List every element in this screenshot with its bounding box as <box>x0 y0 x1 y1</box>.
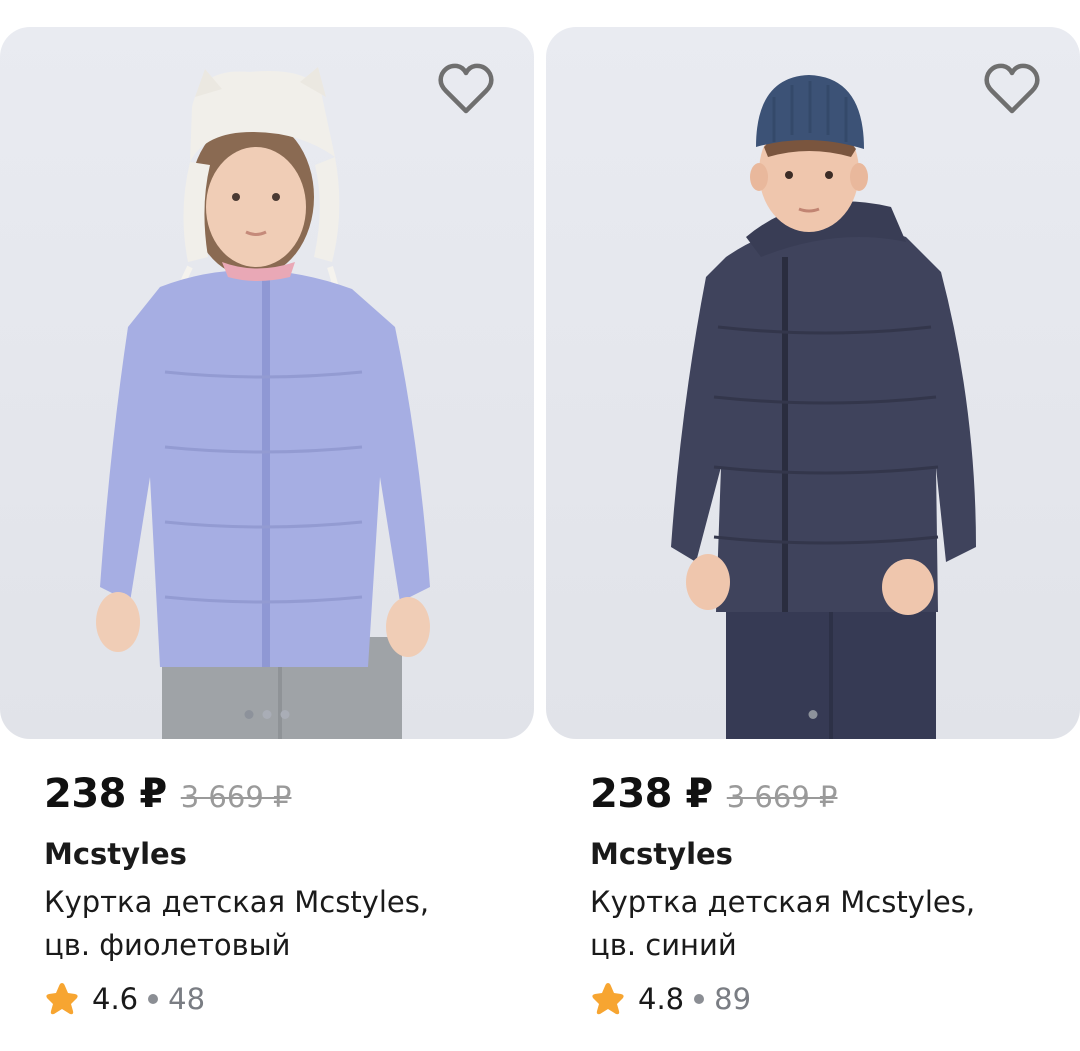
old-price: 3 669 ₽ <box>180 780 292 814</box>
current-price: 238 ₽ <box>44 771 167 817</box>
review-count[interactable]: 48 <box>168 982 205 1016</box>
pagination-dot[interactable] <box>808 710 818 719</box>
pagination-dot[interactable] <box>244 710 254 719</box>
star-icon <box>46 983 78 1015</box>
price-row: 238 ₽ 3 669 ₽ <box>44 771 534 819</box>
heart-outline-icon <box>438 63 494 114</box>
product-title[interactable]: Куртка детская Mcstyles, цв. фиолетовый <box>44 881 514 967</box>
image-pagination <box>244 710 290 719</box>
product-image[interactable] <box>0 27 534 739</box>
rating-value: 4.6 <box>92 982 139 1016</box>
rating-value: 4.8 <box>638 982 685 1016</box>
rating-row: 4.6 48 <box>44 977 534 1021</box>
product-title-line: цв. фиолетовый <box>44 928 291 962</box>
product-image[interactable] <box>546 27 1080 739</box>
product-card[interactable]: 238 ₽ 3 669 ₽ Mcstyles Куртка детская Mc… <box>546 27 1080 1021</box>
pagination-dot[interactable] <box>262 710 272 719</box>
image-pagination <box>808 710 818 719</box>
brand-name: Mcstyles <box>44 837 187 871</box>
star-icon <box>592 983 624 1015</box>
product-info: 238 ₽ 3 669 ₽ Mcstyles Куртка детская Mc… <box>546 771 1080 1021</box>
product-title[interactable]: Куртка детская Mcstyles, цв. синий <box>590 881 1060 967</box>
product-title-line: Куртка детская Mcstyles, <box>44 885 430 919</box>
child-in-lilac-jacket-image <box>96 67 430 739</box>
current-price: 238 ₽ <box>590 771 713 817</box>
product-card[interactable]: 238 ₽ 3 669 ₽ Mcstyles Куртка детская Mc… <box>0 27 534 1021</box>
child-in-navy-jacket-image <box>671 75 976 739</box>
product-grid: 238 ₽ 3 669 ₽ Mcstyles Куртка детская Mc… <box>0 0 1080 1051</box>
favorite-button[interactable] <box>436 61 496 117</box>
product-title-line: Куртка детская Mcstyles, <box>590 885 976 919</box>
product-info: 238 ₽ 3 669 ₽ Mcstyles Куртка детская Mc… <box>0 771 534 1021</box>
product-title-line: цв. синий <box>590 928 737 962</box>
favorite-button[interactable] <box>982 61 1042 117</box>
price-row: 238 ₽ 3 669 ₽ <box>590 771 1080 819</box>
separator-dot <box>694 994 705 1004</box>
rating-row: 4.8 89 <box>590 977 1080 1021</box>
separator-dot <box>148 994 159 1004</box>
pagination-dot[interactable] <box>280 710 290 719</box>
brand-name: Mcstyles <box>590 837 733 871</box>
heart-outline-icon <box>984 63 1040 114</box>
review-count[interactable]: 89 <box>714 982 751 1016</box>
old-price: 3 669 ₽ <box>726 780 838 814</box>
